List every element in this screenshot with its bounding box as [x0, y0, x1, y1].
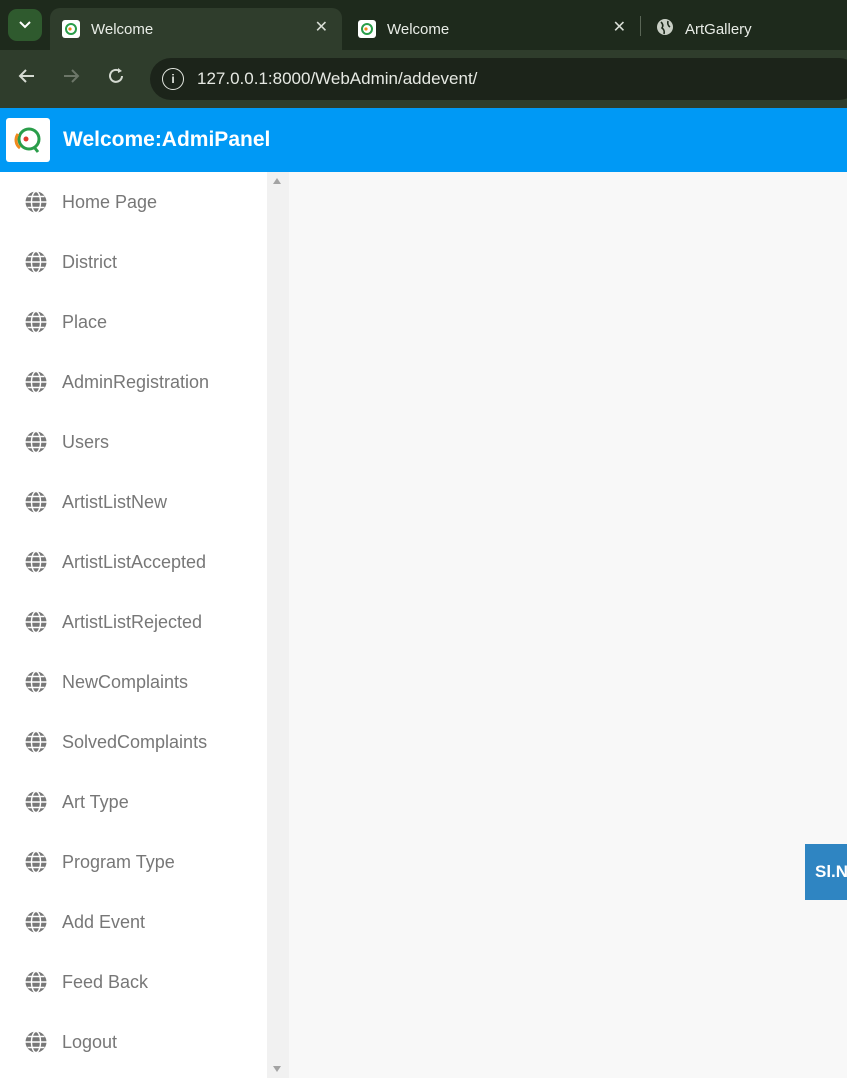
- url-text: 127.0.0.1:8000/WebAdmin/addevent/: [197, 69, 478, 88]
- globe-icon: [25, 310, 47, 334]
- globe-icon: [25, 430, 47, 454]
- close-tab-icon[interactable]: ✕: [613, 17, 626, 37]
- sidebar-scrollbar[interactable]: [267, 172, 289, 1078]
- globe-icon: [25, 970, 47, 994]
- main-content: [289, 172, 847, 1078]
- sidebar-item-place[interactable]: Place: [0, 292, 267, 352]
- globe-icon: [25, 250, 47, 274]
- tab-title: Welcome: [91, 20, 154, 38]
- sidebar-item-label: District: [62, 251, 117, 272]
- sidebar-item-add-event[interactable]: Add Event: [0, 892, 267, 952]
- close-tab-icon[interactable]: ✕: [315, 17, 328, 37]
- browser-tab-2[interactable]: Welcome ✕: [346, 8, 640, 50]
- globe-icon: [25, 790, 47, 814]
- globe-icon: [25, 190, 47, 214]
- sidebar-item-artist-list-accepted[interactable]: ArtistListAccepted: [0, 532, 267, 592]
- sidebar-item-feed-back[interactable]: Feed Back: [0, 952, 267, 1012]
- admin-header: Welcome:AdmiPanel: [0, 108, 847, 172]
- sidebar-item-label: Art Type: [62, 791, 129, 812]
- globe-icon: [25, 550, 47, 574]
- app-favicon-icon: [62, 20, 80, 38]
- sidebar-item-art-type[interactable]: Art Type: [0, 772, 267, 832]
- sidebar-item-label: ArtistListNew: [62, 491, 168, 512]
- sidebar-item-district[interactable]: District: [0, 232, 267, 292]
- sidebar-item-label: Logout: [62, 1031, 118, 1052]
- reload-icon[interactable]: [107, 67, 125, 91]
- sidebar-item-label: Home Page: [62, 191, 158, 212]
- forward-arrow-icon[interactable]: [62, 67, 80, 91]
- scroll-up-arrow-icon[interactable]: [273, 178, 281, 184]
- browser-tabstrip: Welcome ✕ Welcome ✕ ArtGallery: [0, 0, 847, 50]
- sidebar-item-artist-list-new[interactable]: ArtistListNew: [0, 472, 267, 532]
- sidebar-item-artist-list-rejected[interactable]: ArtistListRejected: [0, 592, 267, 652]
- globe-icon: [25, 670, 47, 694]
- address-bar[interactable]: i 127.0.0.1:8000/WebAdmin/addevent/: [150, 58, 847, 100]
- browser-tab-1[interactable]: Welcome ✕: [50, 8, 342, 50]
- app-favicon-icon: [358, 20, 376, 38]
- browser-tab-3[interactable]: ArtGallery: [644, 8, 847, 50]
- globe-icon: [25, 490, 47, 514]
- globe-icon: [656, 18, 674, 40]
- scroll-down-arrow-icon[interactable]: [273, 1066, 281, 1072]
- globe-icon: [25, 370, 47, 394]
- sidebar-item-label: Add Event: [62, 911, 146, 932]
- tab-title: Welcome: [387, 20, 450, 38]
- globe-icon: [25, 850, 47, 874]
- sidebar-item-label: AdminRegistration: [62, 371, 210, 392]
- sidebar-item-admin-registration[interactable]: AdminRegistration: [0, 352, 267, 412]
- sidebar-item-label: NewComplaints: [62, 671, 189, 692]
- tab-search-button[interactable]: [8, 9, 42, 41]
- sidebar-item-label: ArtistListAccepted: [62, 551, 207, 572]
- sidebar-item-label: ArtistListRejected: [62, 611, 203, 632]
- sidebar-item-label: Users: [62, 431, 110, 452]
- browser-toolbar: i 127.0.0.1:8000/WebAdmin/addevent/: [0, 50, 847, 108]
- globe-icon: [25, 910, 47, 934]
- sidebar-item-label: Place: [62, 311, 108, 332]
- page-title: Welcome:AdmiPanel: [63, 128, 271, 151]
- sidebar-nav: Home Page District Place AdminRegistrati…: [0, 172, 267, 1078]
- sidebar-item-label: SolvedComplaints: [62, 731, 208, 752]
- sidebar-item-logout[interactable]: Logout: [0, 1012, 267, 1072]
- table-header-serial-number: Sl.N: [805, 844, 847, 900]
- sidebar-item-new-complaints[interactable]: NewComplaints: [0, 652, 267, 712]
- chevron-down-icon: [19, 21, 31, 29]
- site-info-icon[interactable]: i: [162, 68, 184, 90]
- logo-icon: [6, 118, 50, 162]
- sidebar-item-label: Feed Back: [62, 971, 149, 992]
- globe-icon: [25, 1030, 47, 1054]
- globe-icon: [25, 730, 47, 754]
- tab-title: ArtGallery: [685, 20, 752, 38]
- sidebar-item-label: Program Type: [62, 851, 175, 872]
- globe-icon: [25, 610, 47, 634]
- sidebar-item-solved-complaints[interactable]: SolvedComplaints: [0, 712, 267, 772]
- tab-separator: [640, 16, 641, 36]
- sidebar-item-program-type[interactable]: Program Type: [0, 832, 267, 892]
- sidebar-item-home-page[interactable]: Home Page: [0, 172, 267, 232]
- back-arrow-icon[interactable]: [18, 67, 36, 91]
- sidebar-item-users[interactable]: Users: [0, 412, 267, 472]
